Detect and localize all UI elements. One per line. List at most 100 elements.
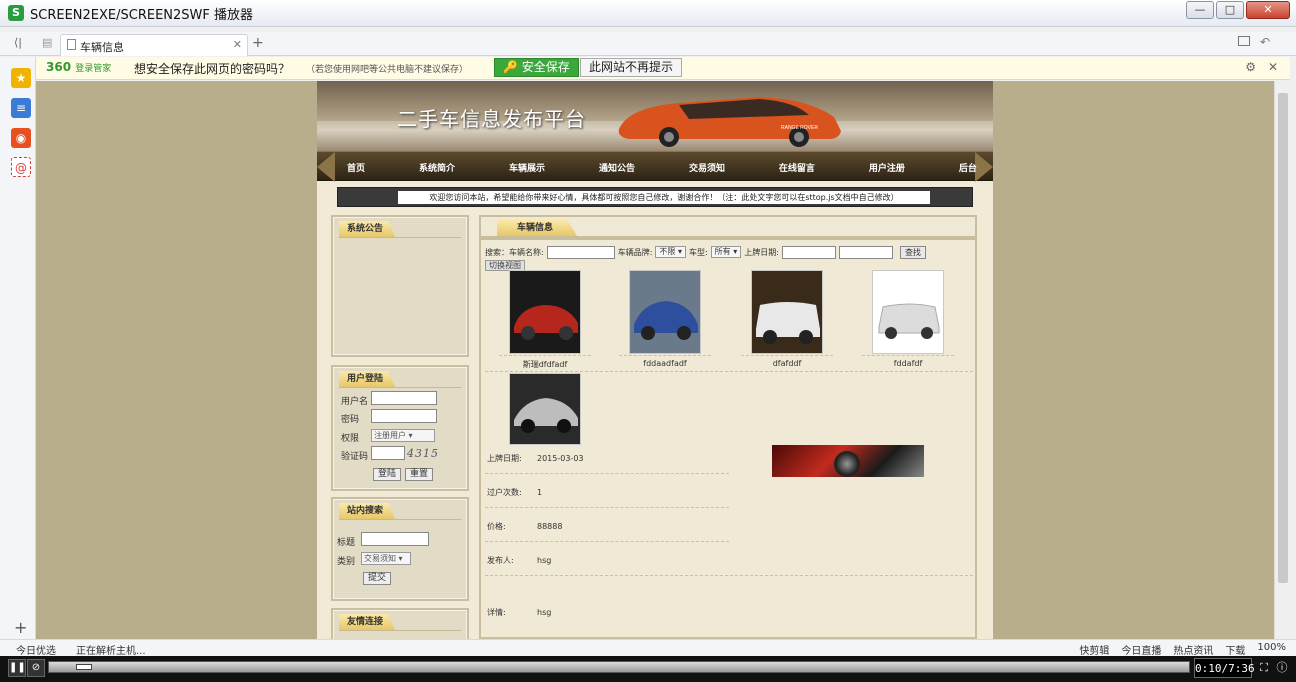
username-input[interactable] <box>371 391 437 405</box>
car-thumbnail[interactable] <box>751 270 823 354</box>
site-search-box: 站内搜索 标题 类别 交易须知 ▾ 提交 <box>331 497 469 601</box>
gear-icon[interactable]: ⚙ <box>1245 60 1256 74</box>
nav-trade-rules[interactable]: 交易须知 <box>689 161 725 174</box>
star-icon[interactable]: ★ <box>11 68 31 88</box>
date-to-input[interactable] <box>838 245 893 259</box>
quick-clip-link[interactable]: 快剪辑 <box>1079 642 1109 657</box>
car-thumbnail[interactable] <box>509 373 581 445</box>
live-link[interactable]: 今日直播 <box>1121 642 1161 657</box>
search-title-label: 标题 <box>337 538 356 548</box>
progress-track[interactable] <box>48 661 1190 673</box>
links-box: 友情连接 <box>331 608 469 639</box>
zoom-level[interactable]: 100% <box>1257 642 1286 657</box>
tab-list-icon[interactable]: ▤ <box>42 36 52 49</box>
new-tab-button[interactable]: + <box>252 35 264 51</box>
captcha-image[interactable]: 4315 <box>407 447 439 460</box>
password-hint: （若您使用网吧等公共电脑不建议保存） <box>306 65 469 75</box>
vehicle-name-input[interactable] <box>546 245 615 259</box>
car-name[interactable]: fddafdf <box>848 359 968 368</box>
tab-close-icon[interactable]: ✕ <box>233 38 242 51</box>
progress-knob[interactable] <box>75 664 92 670</box>
car-name[interactable]: 斯瑞dfdfadf <box>485 359 605 370</box>
username-label: 用户名 <box>341 397 369 407</box>
vehicle-brand-select[interactable]: 不限 ▾ <box>655 246 686 258</box>
minimize-button[interactable]: — <box>1186 1 1214 19</box>
password-save-bar: 360 登录管家 想安全保存此网页的密码吗？ （若您使用网吧等公共电脑不建议保存… <box>36 57 1290 80</box>
safe-save-button[interactable]: 🔑 安全保存 <box>494 58 579 77</box>
add-sidebar-icon[interactable]: + <box>14 618 27 637</box>
detail-row: 详情: hsg <box>487 608 552 617</box>
status-text: 正在解析主机... <box>76 646 146 657</box>
stop-button[interactable]: ⊘ <box>27 659 45 677</box>
nav-admin[interactable]: 后台 <box>959 161 977 174</box>
download-link[interactable]: 下载 <box>1225 642 1245 657</box>
search-submit-button[interactable]: 提交 <box>363 572 392 585</box>
page-scrollbar[interactable] <box>1274 81 1290 639</box>
page-viewport: 二手车信息发布平台 RANGE ROVER 首页 系统简介 车辆展示 通知公告 … <box>36 81 1274 639</box>
app-icon: S <box>8 5 24 21</box>
info-icon[interactable]: ⓘ <box>1274 659 1290 677</box>
playback-time: 0:10/7:36 <box>1194 658 1255 678</box>
daily-picks-link[interactable]: 今日优选 <box>16 642 56 657</box>
password-prompt: 想安全保存此网页的密码吗？ <box>134 62 291 76</box>
reset-button[interactable]: 重置 <box>405 468 434 481</box>
pause-button[interactable]: ❚❚ <box>8 659 26 677</box>
player-controls: ❚❚ ⊘ 0:10/7:36 ⛶ ⓘ <box>0 656 1296 682</box>
browser-statusbar: 今日优选 正在解析主机... 快剪辑 今日直播 热点资讯 下载 100% <box>0 639 1296 657</box>
search-category-select[interactable]: 交易须知 ▾ <box>361 552 411 565</box>
nav-vehicles[interactable]: 车辆展示 <box>509 161 545 174</box>
nav-messages[interactable]: 在线留言 <box>779 161 815 174</box>
scrollbar-thumb[interactable] <box>1278 93 1288 583</box>
notice-box: 系统公告 <box>331 215 469 357</box>
marquee-bar: 欢迎您访问本站，希望能给你带来好心情，具体都可按照您自己修改，谢谢合作！（注：此… <box>337 187 973 207</box>
vehicle-type-select[interactable]: 所有 ▾ <box>710 246 742 258</box>
car-thumbnail[interactable] <box>629 270 701 354</box>
maximize-button[interactable]: □ <box>1216 1 1244 19</box>
undo-icon[interactable]: ↶ <box>1260 35 1270 49</box>
detail-row: 过户次数: 1 <box>487 488 543 497</box>
captcha-input[interactable] <box>371 446 405 460</box>
role-select[interactable]: 注册用户 ▾ <box>371 429 435 442</box>
links-box-title: 友情连接 <box>339 614 396 630</box>
car-thumbnail[interactable] <box>872 270 944 354</box>
search-title-input[interactable] <box>361 532 429 546</box>
fullscreen-icon[interactable]: ⛶ <box>1256 659 1272 677</box>
mail-icon[interactable]: @ <box>11 157 31 177</box>
restore-tabs-icon[interactable] <box>1238 36 1250 46</box>
tab-label: 车辆信息 <box>80 41 124 54</box>
date-from-input[interactable] <box>781 245 836 259</box>
never-prompt-button[interactable]: 此网站不再提示 <box>580 58 683 77</box>
vehicle-search-row: 搜索： 车辆名称: 车辆品牌: 不限 ▾ 车型: 所有 ▾ 上牌日期: 查找 <box>485 244 926 260</box>
vehicle-search-button[interactable]: 查找 <box>899 245 926 259</box>
brand-360-logo: 360 登录管家 <box>46 60 112 74</box>
nav-about[interactable]: 系统简介 <box>419 161 455 174</box>
tab-vehicle-info[interactable]: 车辆信息 ✕ <box>60 34 248 56</box>
detail-row: 价格: 88888 <box>487 522 563 531</box>
password-label: 密码 <box>341 415 360 425</box>
news-icon[interactable]: ≡ <box>11 98 31 118</box>
browser-sidebar: ★ ≡ ◉ @ + <box>0 57 36 639</box>
nav-register[interactable]: 用户注册 <box>869 161 905 174</box>
hot-news-link[interactable]: 热点资讯 <box>1173 642 1213 657</box>
back-icon[interactable]: ⟨| <box>14 36 22 49</box>
vehicle-brand-label: 车辆品牌: <box>617 247 653 257</box>
car-name[interactable]: fddaadfadf <box>605 359 725 368</box>
notice-box-title: 系统公告 <box>339 221 396 237</box>
car-thumbnail[interactable] <box>509 270 581 354</box>
banner-car-image: RANGE ROVER <box>618 97 841 147</box>
weibo-icon[interactable]: ◉ <box>11 128 31 148</box>
close-icon[interactable]: ✕ <box>1268 60 1278 74</box>
site-navbar: 首页 系统简介 车辆展示 通知公告 交易须知 在线留言 用户注册 后台 <box>317 151 993 182</box>
window-titlebar: S SCREEN2EXE/SCREEN2SWF 播放器 — □ ✕ <box>0 0 1296 27</box>
login-button[interactable]: 登陆 <box>373 468 402 481</box>
nav-home[interactable]: 首页 <box>347 161 365 174</box>
captcha-label: 验证码 <box>341 452 369 462</box>
close-button[interactable]: ✕ <box>1246 1 1290 19</box>
plate-date-label: 上牌日期: <box>744 247 779 257</box>
site-title: 二手车信息发布平台 <box>397 107 586 131</box>
car-name[interactable]: dfafddf <box>727 359 847 368</box>
nav-notices[interactable]: 通知公告 <box>599 161 635 174</box>
vehicle-panel-title: 车辆信息 <box>497 220 578 236</box>
vehicle-type-label: 车型: <box>688 247 708 257</box>
password-input[interactable] <box>371 409 437 423</box>
